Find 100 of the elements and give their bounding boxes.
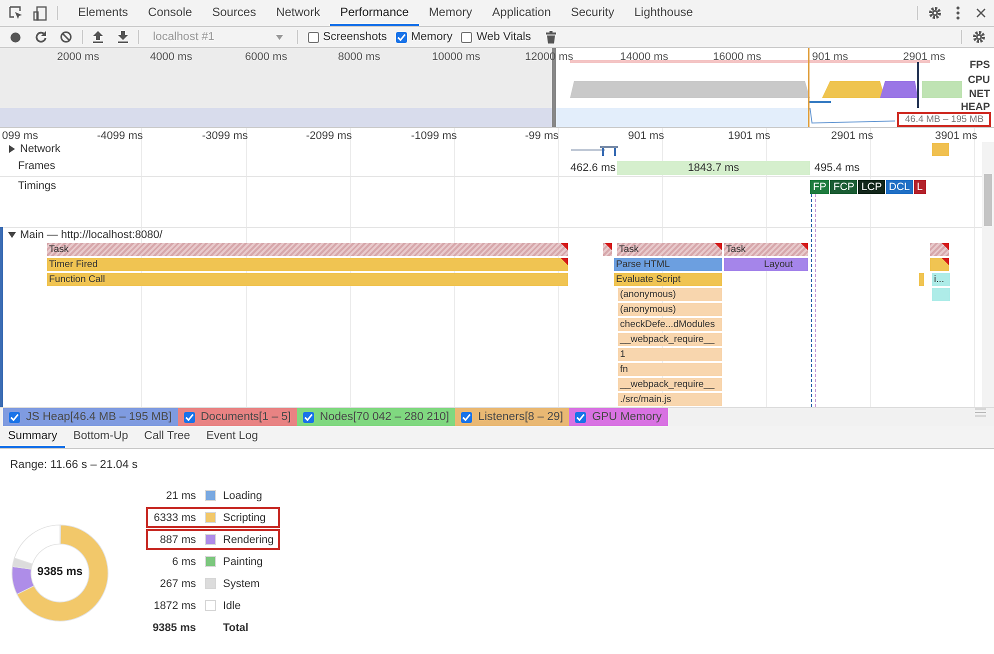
task-bar[interactable] (930, 243, 949, 256)
idle-area (922, 81, 962, 98)
task-bar[interactable]: Task (47, 243, 568, 256)
layout-bar[interactable]: Layout (724, 258, 808, 271)
call-bar[interactable]: (anonymous) (618, 288, 722, 301)
panel-tab[interactable]: Network (266, 0, 330, 26)
duration-value: 267 ms (158, 578, 196, 590)
details-tab[interactable]: Call Tree (136, 426, 198, 448)
counter-label: Listeners[8 – 29] (478, 411, 564, 423)
gc-bar[interactable]: i... (932, 273, 950, 286)
call-bar[interactable]: (anonymous) (618, 303, 722, 316)
time-tick: -1099 ms (411, 130, 457, 142)
duration-value: 1872 ms (152, 600, 196, 612)
timing-marker[interactable]: FP (810, 180, 830, 194)
panel-tab[interactable]: Lighthouse (624, 0, 703, 26)
panel-tab[interactable]: Application (482, 0, 561, 26)
category-label: Total (223, 622, 248, 634)
script-bar[interactable] (930, 258, 949, 271)
category-label: System (223, 578, 260, 590)
script-bar[interactable]: Timer Fired (47, 258, 568, 271)
task-bar[interactable] (603, 243, 612, 256)
record-icon[interactable] (10, 32, 21, 42)
timing-marker[interactable]: DCL (886, 180, 913, 194)
checkbox[interactable] (302, 412, 314, 422)
panel-tab[interactable]: Elements (68, 0, 138, 26)
details-tab[interactable]: Bottom-Up (65, 426, 136, 448)
upload-icon[interactable] (93, 31, 103, 43)
call-bar[interactable]: checkDefe...dModules (618, 318, 722, 331)
device-icon[interactable] (33, 6, 47, 20)
close-icon[interactable] (976, 8, 986, 18)
time-tick: 2000 ms (57, 51, 100, 63)
time-tick: 099 ms (2, 130, 38, 142)
time-tick: -4099 ms (97, 130, 143, 142)
clear-icon[interactable] (60, 31, 72, 43)
counter-toggle[interactable]: Listeners[8 – 29] (455, 408, 570, 426)
frame-duration: 1843.7 ms (617, 161, 810, 175)
time-tick: -99 ms (525, 130, 559, 142)
task-bar[interactable]: Task (724, 243, 808, 256)
panel-tab[interactable]: Console (138, 0, 202, 26)
frame-duration: 462.6 ms (570, 161, 616, 175)
panel-tab[interactable]: Memory (418, 0, 482, 26)
time-tick: 2901 ms (831, 130, 874, 142)
rendering-area (880, 81, 918, 98)
call-bar[interactable]: fn (618, 363, 722, 376)
time-tick: 10000 ms (432, 51, 480, 63)
duration-value: 9385 ms (152, 622, 196, 634)
call-bar[interactable]: ./src/main.js (618, 393, 722, 406)
checkbox[interactable] (9, 412, 20, 422)
call-bar[interactable]: 1 (618, 348, 722, 361)
category-label: Idle (223, 600, 241, 612)
time-tick: 16000 ms (713, 51, 762, 63)
duration-value: 887 ms (158, 534, 196, 546)
checkbox-label: Screenshots (323, 31, 387, 43)
timing-marker[interactable]: FCP (830, 180, 858, 194)
details-tab[interactable]: Event Log (198, 426, 266, 448)
track-label: Timings (18, 180, 56, 192)
track-label: CPU (968, 74, 990, 86)
counter-label: GPU Memory (592, 411, 662, 423)
checkbox-label: Web Vitals (476, 31, 532, 43)
duration-value: 21 ms (165, 490, 196, 502)
category-label: Rendering (223, 534, 274, 546)
time-tick: 1901 ms (728, 130, 770, 142)
checkbox[interactable] (461, 32, 472, 42)
scripting-area (822, 81, 885, 98)
scrollbar[interactable] (982, 142, 994, 407)
counter-label: Nodes[70 042 – 280 210] (320, 411, 450, 423)
reload-icon[interactable] (35, 31, 47, 43)
checkbox[interactable] (575, 412, 586, 422)
checkbox[interactable] (461, 412, 472, 422)
task-bar[interactable]: Task (617, 243, 722, 256)
checkbox[interactable] (308, 32, 319, 42)
call-bar[interactable]: __webpack_require__ (618, 378, 722, 391)
download-icon[interactable] (118, 31, 128, 43)
checkbox[interactable] (396, 32, 407, 42)
timing-marker[interactable]: L (914, 180, 926, 194)
counter-toggle[interactable]: Nodes[70 042 – 280 210] (296, 408, 456, 426)
selection-handle[interactable] (917, 62, 919, 108)
time-tick: 901 ms (812, 51, 848, 63)
parse-bar[interactable]: Parse HTML (614, 258, 722, 271)
timing-marker[interactable]: LCP (858, 180, 885, 194)
call-bar[interactable]: __webpack_require__ (618, 333, 722, 346)
settings-icon[interactable] (972, 30, 986, 44)
more-icon[interactable] (956, 6, 960, 20)
inspect-icon[interactable] (9, 6, 23, 20)
checkbox[interactable] (184, 412, 195, 422)
request-bar (932, 143, 949, 156)
trash-icon[interactable] (546, 30, 556, 44)
panel-tab[interactable]: Sources (202, 0, 266, 26)
time-tick: 6000 ms (245, 51, 288, 63)
time-tick: 3901 ms (935, 130, 978, 142)
checkbox-label: Memory (410, 31, 452, 43)
expand-icon[interactable] (8, 145, 16, 153)
script-bar[interactable]: Function Call (47, 273, 568, 286)
settings-icon[interactable] (928, 6, 942, 20)
panel-tab[interactable]: Security (560, 0, 624, 26)
details-tab[interactable]: Summary (0, 426, 66, 448)
category-label: Painting (223, 556, 263, 568)
time-tick: 4000 ms (150, 51, 192, 63)
collapse-icon[interactable] (8, 231, 16, 239)
script-bar[interactable]: Evaluate Script (614, 273, 722, 286)
